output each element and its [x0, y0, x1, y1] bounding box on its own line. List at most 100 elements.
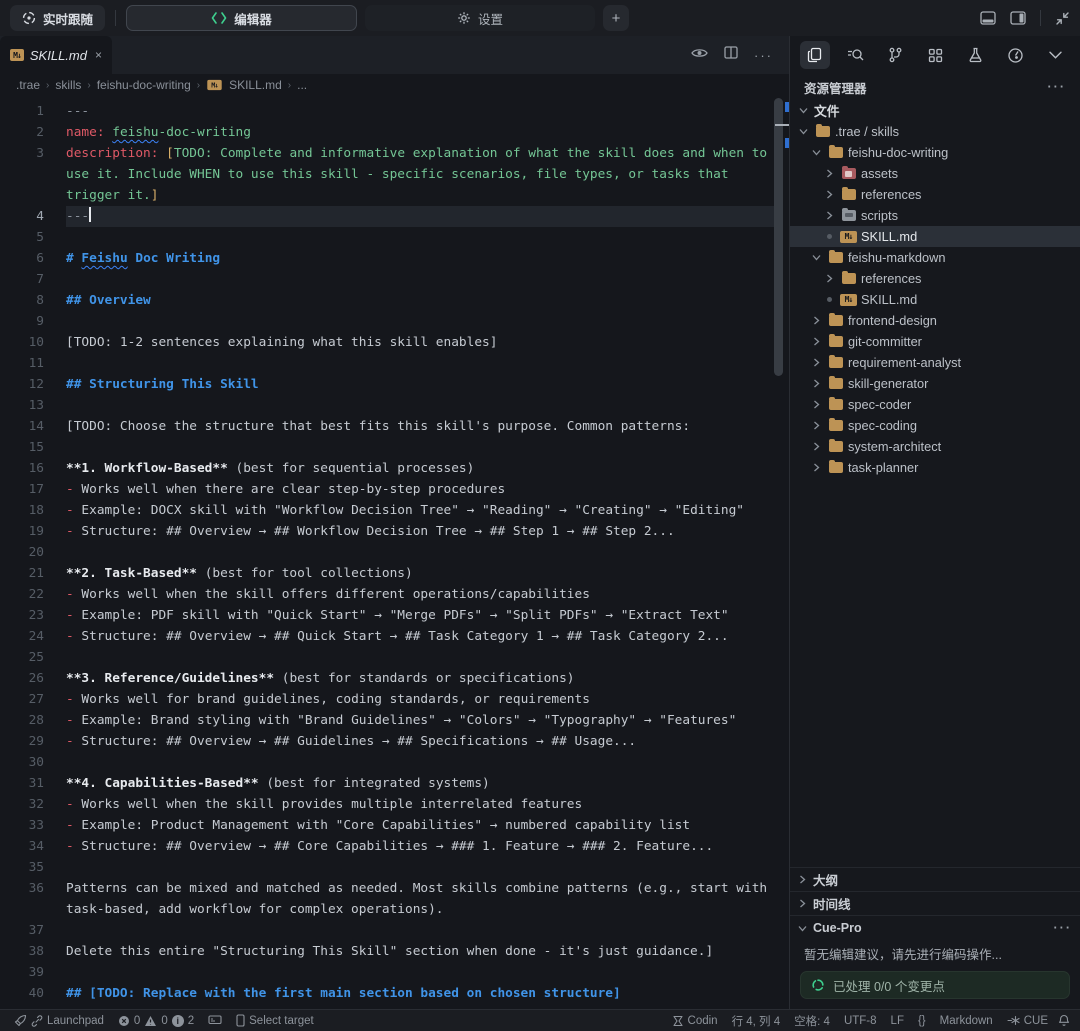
code-line[interactable]: 13 [0, 395, 789, 416]
editor-scrollbar-thumb[interactable] [774, 98, 783, 376]
collapse-window-icon[interactable] [1055, 11, 1070, 26]
tree-item-task-planner[interactable]: task-planner [790, 457, 1080, 478]
code-line[interactable]: 19 - Structure: ## Overview → ## Workflow… [0, 521, 789, 542]
code-line[interactable]: 39 [0, 962, 789, 983]
cursor-position[interactable]: 行 4, 列 4 [728, 1013, 785, 1029]
code-line[interactable]: 4 --- [0, 206, 789, 227]
code-line[interactable]: 24 - Structure: ## Overview → ## Quick St… [0, 626, 789, 647]
tree-item--[interactable]: 文件 [790, 100, 1080, 121]
language-mode[interactable]: Markdown [936, 1015, 997, 1027]
code-line[interactable]: 25 [0, 647, 789, 668]
tree-item-scripts[interactable]: scripts [790, 205, 1080, 226]
tree-item-skill-md[interactable]: M↓ SKILL.md [790, 226, 1080, 247]
explorer-more-icon[interactable]: ··· [1048, 80, 1067, 94]
tree-item-skill-generator[interactable]: skill-generator [790, 373, 1080, 394]
code-line[interactable]: 15 [0, 437, 789, 458]
close-tab-icon[interactable]: × [95, 48, 102, 62]
toggle-right-panel-icon[interactable] [1010, 11, 1026, 25]
breadcrumb-item[interactable]: SKILL.md [229, 78, 282, 92]
code-line[interactable]: 7 [0, 269, 789, 290]
tree-item-feishu-markdown[interactable]: feishu-markdown [790, 247, 1080, 268]
code-line[interactable]: 33 - Example: Product Management with "Co… [0, 815, 789, 836]
outline-section[interactable]: 大纲 [790, 868, 1080, 892]
source-control-icon[interactable] [880, 41, 910, 69]
run-profile-icon[interactable] [1000, 41, 1030, 69]
code-line[interactable]: 37 [0, 920, 789, 941]
code-line[interactable]: 26 **3. Reference/Guidelines** (best for … [0, 668, 789, 689]
tree-item-spec-coding[interactable]: spec-coding [790, 415, 1080, 436]
code-line[interactable]: 3 description: [TODO: Complete and inform… [0, 143, 789, 206]
code-line[interactable]: 29 - Structure: ## Overview → ## Guidelin… [0, 731, 789, 752]
code-editor[interactable]: 1 --- 2 name: feishu-doc-writing 3 descriptio… [0, 96, 789, 1009]
code-line[interactable]: 30 [0, 752, 789, 773]
code-line[interactable]: 34 - Structure: ## Overview → ## Core Cap… [0, 836, 789, 857]
code-line[interactable]: 10 [TODO: 1-2 sentences explaining what t… [0, 332, 789, 353]
tree-item-system-architect[interactable]: system-architect [790, 436, 1080, 457]
code-line[interactable]: 11 [0, 353, 789, 374]
code-line[interactable]: 40 ## [TODO: Replace with the first main … [0, 983, 789, 1004]
eol-sequence[interactable]: LF [887, 1015, 908, 1027]
tree-item-requirement-analyst[interactable]: requirement-analyst [790, 352, 1080, 373]
tab-settings[interactable]: 设置 [365, 5, 596, 31]
breadcrumb-item[interactable]: feishu-doc-writing [97, 78, 191, 92]
code-line[interactable]: 9 [0, 311, 789, 332]
problems-button[interactable]: 0 0 i 2 [114, 1014, 198, 1027]
code-line[interactable]: 8 ## Overview [0, 290, 789, 311]
code-line[interactable]: 22 - Works well when the skill offers dif… [0, 584, 789, 605]
code-line[interactable]: 38 Delete this entire "Structuring This S… [0, 941, 789, 962]
code-line[interactable]: 1 --- [0, 101, 789, 122]
timeline-section[interactable]: 时间线 [790, 892, 1080, 916]
split-editor-icon[interactable] [724, 46, 738, 64]
code-line[interactable]: 36 Patterns can be mixed and matched as n… [0, 878, 789, 920]
code-line[interactable]: 2 name: feishu-doc-writing [0, 122, 789, 143]
code-line[interactable]: 20 [0, 542, 789, 563]
code-line[interactable]: 6 # Feishu Doc Writing [0, 248, 789, 269]
tree-item-frontend-design[interactable]: frontend-design [790, 310, 1080, 331]
braces-indicator[interactable]: {} [914, 1015, 930, 1027]
code-line[interactable]: 16 **1. Workflow-Based** (best for sequen… [0, 458, 789, 479]
tree-item-assets[interactable]: assets [790, 163, 1080, 184]
indentation[interactable]: 空格: 4 [790, 1013, 834, 1029]
test-flask-icon[interactable] [960, 41, 990, 69]
cue-status[interactable]: CUE [1003, 1015, 1052, 1027]
breadcrumb-item[interactable]: ... [297, 78, 307, 92]
code-line[interactable]: 32 - Works well when the skill provides m… [0, 794, 789, 815]
code-line[interactable]: 28 - Example: Brand styling with "Brand G… [0, 710, 789, 731]
file-tab-skill-md[interactable]: M↓ SKILL.md × [0, 36, 112, 74]
cue-pro-more-icon[interactable]: ··· [1054, 921, 1073, 935]
tree-item-references[interactable]: references [790, 268, 1080, 289]
ports-button[interactable] [204, 1015, 226, 1026]
tree-item--trae-skills[interactable]: .trae / skills [790, 121, 1080, 142]
tree-item-spec-coder[interactable]: spec-coder [790, 394, 1080, 415]
extensions-icon[interactable] [920, 41, 950, 69]
chevron-down-icon[interactable] [1040, 41, 1070, 69]
code-line[interactable]: 5 [0, 227, 789, 248]
tree-item-skill-md[interactable]: M↓ SKILL.md [790, 289, 1080, 310]
codin-status[interactable]: Codin [668, 1015, 722, 1027]
breadcrumb-item[interactable]: .trae [16, 78, 40, 92]
explorer-icon[interactable] [800, 41, 830, 69]
preview-eye-icon[interactable] [691, 46, 708, 64]
code-line[interactable]: 35 [0, 857, 789, 878]
toggle-bottom-panel-icon[interactable] [980, 11, 996, 25]
launchpad-button[interactable]: Launchpad [10, 1014, 108, 1027]
encoding[interactable]: UTF-8 [840, 1015, 881, 1027]
code-line[interactable]: 21 **2. Task-Based** (best for tool colle… [0, 563, 789, 584]
new-tab-button[interactable]: + [603, 5, 630, 31]
tree-item-references[interactable]: references [790, 184, 1080, 205]
code-line[interactable]: 18 - Example: DOCX skill with "Workflow D… [0, 500, 789, 521]
cue-pro-status-banner[interactable]: 已处理 0/0 个变更点 [800, 971, 1070, 999]
code-line[interactable]: 27 - Works well for brand guidelines, cod… [0, 689, 789, 710]
tree-item-git-committer[interactable]: git-committer [790, 331, 1080, 352]
code-line[interactable]: 12 ## Structuring This Skill [0, 374, 789, 395]
code-line[interactable]: 17 - Works well when there are clear step… [0, 479, 789, 500]
tab-editor[interactable]: 编辑器 [126, 5, 358, 31]
cue-pro-header[interactable]: Cue-Pro ··· [790, 916, 1080, 940]
code-line[interactable]: 23 - Example: PDF skill with "Quick Start… [0, 605, 789, 626]
search-icon[interactable] [840, 41, 870, 69]
bell-icon[interactable] [1058, 1014, 1070, 1027]
more-actions-icon[interactable]: ··· [754, 48, 773, 63]
code-line[interactable]: 31 **4. Capabilities-Based** (best for in… [0, 773, 789, 794]
live-follow-button[interactable]: 实时跟随 [10, 5, 106, 31]
code-line[interactable]: 14 [TODO: Choose the structure that best … [0, 416, 789, 437]
